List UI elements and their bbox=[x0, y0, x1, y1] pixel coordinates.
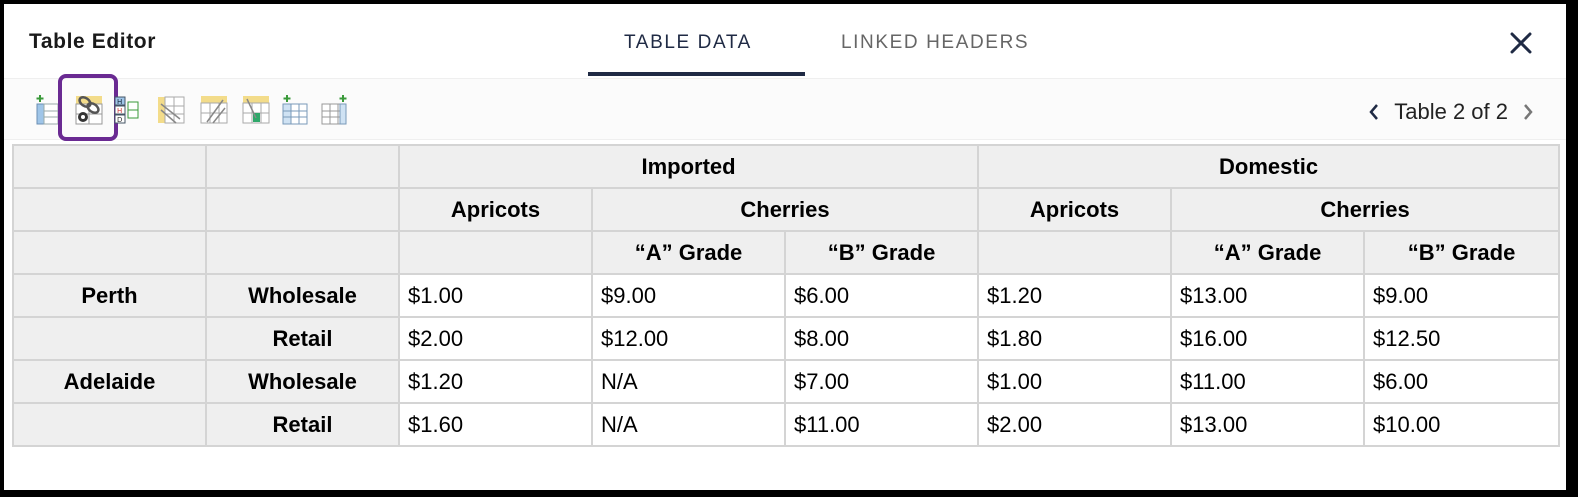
table-cell[interactable]: $10.00 bbox=[1363, 402, 1561, 447]
row-header-type[interactable]: Retail bbox=[205, 316, 400, 361]
row-header-city[interactable] bbox=[12, 316, 207, 361]
table-cell[interactable]: $12.50 bbox=[1363, 316, 1561, 361]
dialog-title: Table Editor bbox=[29, 30, 156, 53]
chevron-left-icon[interactable] bbox=[1366, 102, 1382, 122]
corner-cell[interactable] bbox=[205, 187, 400, 232]
active-tab-indicator bbox=[588, 72, 805, 76]
table-row: Adelaide Wholesale $1.20 N/A $7.00 $1.00… bbox=[12, 359, 1561, 404]
row-header-city[interactable] bbox=[12, 402, 207, 447]
tab-linked-headers[interactable]: LINKED HEADERS bbox=[841, 32, 1029, 54]
link-settings-icon[interactable] bbox=[74, 94, 104, 126]
table-cell[interactable]: $2.00 bbox=[977, 402, 1173, 447]
close-icon[interactable] bbox=[1506, 28, 1536, 58]
table-cell[interactable]: $9.00 bbox=[591, 273, 786, 318]
table-editor-dialog: Table Editor TABLE DATA LINKED HEADERS H… bbox=[4, 4, 1566, 490]
table-cell[interactable]: $7.00 bbox=[783, 359, 980, 404]
grade-header[interactable]: “A” Grade bbox=[1170, 230, 1366, 275]
empty-header-cell[interactable] bbox=[977, 230, 1173, 275]
add-column-icon[interactable] bbox=[320, 94, 350, 126]
column-subgroup-header[interactable]: Cherries bbox=[590, 187, 980, 232]
table-cell[interactable]: $1.60 bbox=[398, 402, 593, 447]
table-cell[interactable]: $16.00 bbox=[1170, 316, 1366, 361]
svg-text:H: H bbox=[117, 98, 122, 106]
header-row-groups: Imported Domestic bbox=[12, 144, 1561, 189]
row-header-city[interactable]: Perth bbox=[12, 273, 207, 318]
table-cell[interactable]: $11.00 bbox=[783, 402, 980, 447]
table-cell[interactable]: $13.00 bbox=[1170, 273, 1366, 318]
column-subgroup-header[interactable]: Apricots bbox=[977, 187, 1173, 232]
column-subgroup-header[interactable]: Cherries bbox=[1170, 187, 1561, 232]
table-cell[interactable]: $2.00 bbox=[398, 316, 593, 361]
grade-header[interactable]: “B” Grade bbox=[783, 230, 980, 275]
table-cell[interactable]: $1.00 bbox=[977, 359, 1173, 404]
corner-cell[interactable] bbox=[12, 230, 207, 275]
grade-header[interactable]: “A” Grade bbox=[591, 230, 786, 275]
header-row-subgroups: Apricots Cherries Apricots Cherries bbox=[12, 187, 1561, 232]
chevron-right-icon[interactable] bbox=[1520, 102, 1536, 122]
toolbar: H H D Table 2 of 2 bbox=[4, 74, 1566, 141]
table-pager: Table 2 of 2 bbox=[1366, 99, 1536, 125]
table-cell[interactable]: $1.00 bbox=[398, 273, 593, 318]
corner-cell[interactable] bbox=[205, 144, 400, 189]
table-cell[interactable]: $9.00 bbox=[1363, 273, 1561, 318]
tab-table-data[interactable]: TABLE DATA bbox=[624, 32, 752, 54]
header-row-grades: “A” Grade “B” Grade “A” Grade “B” Grade bbox=[12, 230, 1561, 275]
table-cell[interactable]: $8.00 bbox=[783, 316, 980, 361]
grade-header[interactable]: “B” Grade bbox=[1363, 230, 1561, 275]
corner-cell[interactable] bbox=[205, 230, 400, 275]
table-cell[interactable]: $1.20 bbox=[398, 359, 593, 404]
row-header-type[interactable]: Retail bbox=[205, 402, 400, 447]
add-row-icon[interactable] bbox=[280, 94, 310, 126]
table-cell[interactable]: $1.80 bbox=[977, 316, 1173, 361]
table-row: Retail $2.00 $12.00 $8.00 $1.80 $16.00 $… bbox=[12, 316, 1561, 361]
table-grid: Imported Domestic Apricots Cherries Apri… bbox=[12, 144, 1561, 447]
table-cell[interactable]: $6.00 bbox=[783, 273, 980, 318]
table-cell[interactable]: $11.00 bbox=[1170, 359, 1366, 404]
row-headers-icon[interactable] bbox=[199, 94, 229, 126]
header-legend-icon[interactable]: H H D bbox=[112, 94, 142, 126]
column-group-header[interactable]: Imported bbox=[397, 144, 980, 189]
table-cell[interactable]: $12.00 bbox=[591, 316, 786, 361]
cell-headers-icon[interactable] bbox=[241, 94, 271, 126]
pager-label: Table 2 of 2 bbox=[1394, 99, 1508, 124]
table-cell[interactable]: $1.20 bbox=[977, 273, 1173, 318]
table-cell[interactable]: N/A bbox=[591, 402, 786, 447]
row-header-city[interactable]: Adelaide bbox=[12, 359, 207, 404]
svg-text:D: D bbox=[117, 116, 122, 124]
column-headers-icon[interactable] bbox=[156, 94, 186, 126]
row-header-type[interactable]: Wholesale bbox=[205, 273, 400, 318]
svg-text:H: H bbox=[117, 107, 122, 115]
table-cell[interactable]: $6.00 bbox=[1363, 359, 1561, 404]
row-header-type[interactable]: Wholesale bbox=[205, 359, 400, 404]
table-row: Retail $1.60 N/A $11.00 $2.00 $13.00 $10… bbox=[12, 402, 1561, 447]
table-row: Perth Wholesale $1.00 $9.00 $6.00 $1.20 … bbox=[12, 273, 1561, 318]
corner-cell[interactable] bbox=[12, 144, 207, 189]
column-subgroup-header[interactable]: Apricots bbox=[398, 187, 593, 232]
table-cell[interactable]: N/A bbox=[591, 359, 786, 404]
empty-header-cell[interactable] bbox=[398, 230, 593, 275]
corner-cell[interactable] bbox=[12, 187, 207, 232]
column-group-header[interactable]: Domestic bbox=[977, 144, 1561, 189]
table-cell[interactable]: $13.00 bbox=[1170, 402, 1366, 447]
